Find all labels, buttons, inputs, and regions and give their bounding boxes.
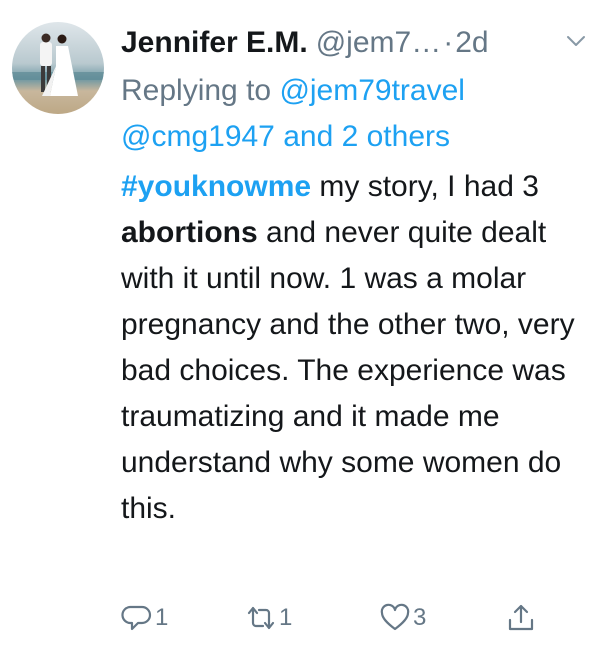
tweet-text-part2: and never quite dealt with it until now.… xyxy=(121,216,575,525)
author-name[interactable]: Jennifer E.M. xyxy=(121,26,308,60)
tweet-text-part1: my story, I had 3 xyxy=(311,170,539,203)
tweet-actions: 1 1 3 xyxy=(121,602,541,642)
like-icon xyxy=(380,603,410,631)
share-icon xyxy=(508,604,534,631)
separator-dot: · xyxy=(443,26,454,59)
tweet-text-bold: abortions xyxy=(121,216,258,249)
replying-to: Replying to @jem79travel @cmg1947 and 2 … xyxy=(121,68,577,160)
reply-mention-2[interactable]: @cmg1947 xyxy=(121,120,275,153)
tweet-header: Jennifer E.M. @jem7… · 2d xyxy=(121,20,577,66)
replying-prefix: Replying to xyxy=(121,74,280,107)
hashtag-link[interactable]: #youknowme xyxy=(121,170,311,203)
like-button[interactable]: 3 xyxy=(379,602,426,634)
tweet-content: Jennifer E.M. @jem7… · 2d Replying to @j… xyxy=(121,20,585,532)
avatar[interactable] xyxy=(12,22,104,114)
chevron-down-icon[interactable] xyxy=(565,32,587,50)
retweet-button[interactable]: 1 xyxy=(245,602,292,634)
reply-others-link[interactable]: and 2 others xyxy=(275,120,450,153)
tweet-text: #youknowme my story, I had 3 abortions a… xyxy=(121,164,577,532)
tweet: Jennifer E.M. @jem7… · 2d Replying to @j… xyxy=(0,0,591,649)
retweet-icon xyxy=(247,606,275,630)
reply-button[interactable]: 1 xyxy=(121,602,168,634)
avatar-photo xyxy=(12,22,104,114)
reply-count: 1 xyxy=(155,604,169,631)
like-count: 3 xyxy=(413,604,427,631)
share-button[interactable] xyxy=(505,602,539,634)
reply-mention-1[interactable]: @jem79travel xyxy=(279,74,465,107)
tweet-timestamp[interactable]: 2d xyxy=(455,26,488,60)
reply-icon xyxy=(121,605,152,631)
retweet-count: 1 xyxy=(279,604,293,631)
author-handle[interactable]: @jem7… xyxy=(316,26,441,60)
